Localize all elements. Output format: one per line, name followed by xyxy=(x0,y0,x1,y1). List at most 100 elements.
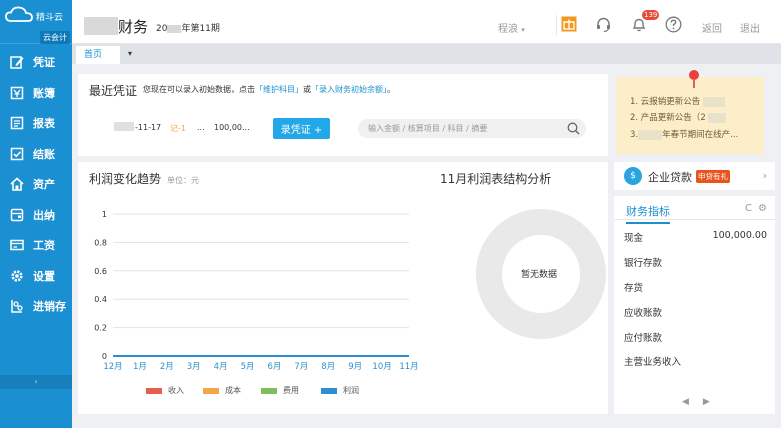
hint-text: 您现在可以录入初始数据，点击 xyxy=(143,85,255,94)
sidebar-item-settings[interactable]: 设置 xyxy=(0,261,72,292)
logout-link[interactable]: 退出 xyxy=(740,20,760,35)
chevron-right-icon[interactable]: › xyxy=(763,169,767,182)
maintain-accounts-link[interactable]: 「维护科目」 xyxy=(255,85,303,94)
report-icon xyxy=(9,116,24,131)
gift-icon[interactable] xyxy=(560,15,578,33)
tab-underline-divider xyxy=(614,219,775,220)
search-placeholder: 输入金额 / 核算项目 / 科目 / 摘要 xyxy=(368,124,488,133)
notice-item[interactable]: 2. 产品更新公告（2 xyxy=(630,111,727,123)
voucher-search-input[interactable]: 输入金额 / 核算项目 / 科目 / 摘要 xyxy=(358,119,586,138)
sidebar-item-books[interactable]: 账簿 xyxy=(0,78,72,109)
legend-swatch xyxy=(146,387,162,394)
voucher-year-redacted xyxy=(114,122,134,131)
legend-label: 费用 xyxy=(283,386,299,395)
sidebar-item-label: 结账 xyxy=(33,147,55,161)
create-voucher-button[interactable]: 录凭证 + xyxy=(273,118,330,139)
no-data-label: 暂无数据 xyxy=(521,270,558,280)
indicator-row: 应付账款 xyxy=(624,330,767,344)
x-tick-label: 10月 xyxy=(372,362,391,372)
indicator-label: 现金 xyxy=(624,233,644,244)
chain-icon xyxy=(9,299,24,314)
financial-indicators-card: 财务指标 C ⚙ 现金 100,000.00 银行存款 存货 应收账款 应付账款 … xyxy=(614,196,775,414)
y-tick-label: 0.8 xyxy=(94,238,107,247)
profit-trend-chart: 0 0.2 0.4 0.6 0.8 1 12月 1月 2月 3月 4月 5月 6月 7月 8月 9月 10月 11… xyxy=(94,210,418,372)
init-data-hint: 您现在可以录入初始数据，点击「维护科目」或「录入财务初始余额」。 xyxy=(143,84,395,95)
tab-home[interactable]: 首页 xyxy=(76,46,120,64)
chevron-down-icon: ▾ xyxy=(521,26,525,34)
logo-text: 精斗云 xyxy=(36,13,64,23)
book-icon xyxy=(9,85,24,100)
x-tick-label: 6月 xyxy=(267,362,281,372)
search-icon[interactable] xyxy=(567,122,580,138)
x-tick-label: 12月 xyxy=(103,362,122,372)
enterprise-loan-banner[interactable]: $ 企业贷款 申贷有礼 › xyxy=(614,162,775,190)
indicator-label: 应收账款 xyxy=(624,308,663,319)
page-title: 财务 xyxy=(118,18,149,36)
trend-title-text: 利润变化趋势 xyxy=(89,172,162,186)
notice-item[interactable]: 1. 云报销更新公告 xyxy=(630,95,726,107)
header-divider xyxy=(556,15,557,35)
tab-financial-indicators[interactable]: 财务指标 xyxy=(626,203,670,224)
y-tick-label: 0.2 xyxy=(94,324,107,333)
legend-label: 收入 xyxy=(168,386,184,395)
legend-label: 成本 xyxy=(225,386,241,395)
y-tick-label: 1 xyxy=(102,210,107,219)
sidebar-item-label: 设置 xyxy=(33,269,55,283)
legend-item[interactable]: 收入 xyxy=(146,385,184,396)
refresh-icon[interactable]: C xyxy=(745,203,752,214)
checkbox-icon xyxy=(9,146,24,161)
voucher-date[interactable]: -11-17 xyxy=(135,123,161,132)
voucher-number[interactable]: 记-1 xyxy=(170,123,186,134)
accounting-period[interactable]: 20 年第11期 xyxy=(156,21,220,34)
sidebar-item-salary[interactable]: 工资 xyxy=(0,230,72,261)
sidebar-item-inventory[interactable]: 进销存 xyxy=(0,291,72,322)
hint-or: 或 xyxy=(303,85,311,94)
sidebar-item-assets[interactable]: 资产 xyxy=(0,169,72,200)
x-tick-label: 9月 xyxy=(348,362,362,372)
user-name: 程浪 xyxy=(498,24,518,35)
legend-item[interactable]: 利润 xyxy=(321,385,359,396)
sidebar-collapse-button[interactable]: ‹ xyxy=(0,375,72,389)
indicator-label: 银行存款 xyxy=(624,258,663,269)
sidebar-item-label: 报表 xyxy=(33,117,55,131)
legend-item[interactable]: 费用 xyxy=(261,385,299,396)
notice-text: 年春节期间在线产... xyxy=(662,130,739,140)
legend-swatch xyxy=(203,387,219,394)
x-tick-label: 11月 xyxy=(399,362,418,372)
legend-item[interactable]: 成本 xyxy=(203,385,241,396)
sidebar-item-cashier[interactable]: 出纳 xyxy=(0,200,72,231)
indicator-row: 存货 xyxy=(624,280,767,294)
period-redacted xyxy=(167,24,182,33)
notice-text: 2. 产品更新公告（2 xyxy=(630,113,706,123)
indicator-row: 应收账款 xyxy=(624,305,767,319)
notice-item[interactable]: 3. 年春节期间在线产... xyxy=(630,128,738,140)
headset-icon[interactable] xyxy=(594,15,612,33)
notice-redacted xyxy=(703,96,726,107)
legend-swatch xyxy=(321,387,337,394)
x-tick-label: 4月 xyxy=(214,362,228,372)
legend-label: 利润 xyxy=(343,386,359,395)
indicator-row: 银行存款 xyxy=(624,255,767,269)
back-link[interactable]: 返回 xyxy=(702,20,722,35)
sidebar-item-label: 工资 xyxy=(33,239,55,253)
notice-text: 3. xyxy=(630,130,639,140)
sidebar-item-report[interactable]: 报表 xyxy=(0,108,72,139)
next-page-icon[interactable]: ▶ xyxy=(703,397,710,407)
tab-more-dropdown[interactable]: ▾ xyxy=(128,49,132,58)
sidebar-item-voucher[interactable]: 凭证 xyxy=(0,47,72,78)
settings-icon[interactable]: ⚙ xyxy=(758,203,767,214)
logo: 精斗云 云会计 xyxy=(0,0,72,44)
sidebar-item-label: 凭证 xyxy=(33,56,55,70)
notification-badge: 139 xyxy=(642,10,660,20)
money-icon: $ xyxy=(624,167,642,185)
profit-trend-title: 利润变化趋势 单位：元 xyxy=(89,170,199,187)
card-icon xyxy=(9,238,24,253)
help-icon[interactable] xyxy=(664,15,682,33)
enter-opening-balance-link[interactable]: 「录入财务初始余额」 xyxy=(311,85,387,94)
prev-page-icon[interactable]: ◀ xyxy=(682,397,689,407)
x-tick-label: 2月 xyxy=(160,362,174,372)
x-tick-label: 1月 xyxy=(133,362,147,372)
sidebar-item-label: 资产 xyxy=(33,178,55,192)
sidebar-item-closing[interactable]: 结账 xyxy=(0,139,72,170)
user-menu[interactable]: 程浪 ▾ xyxy=(498,20,525,35)
